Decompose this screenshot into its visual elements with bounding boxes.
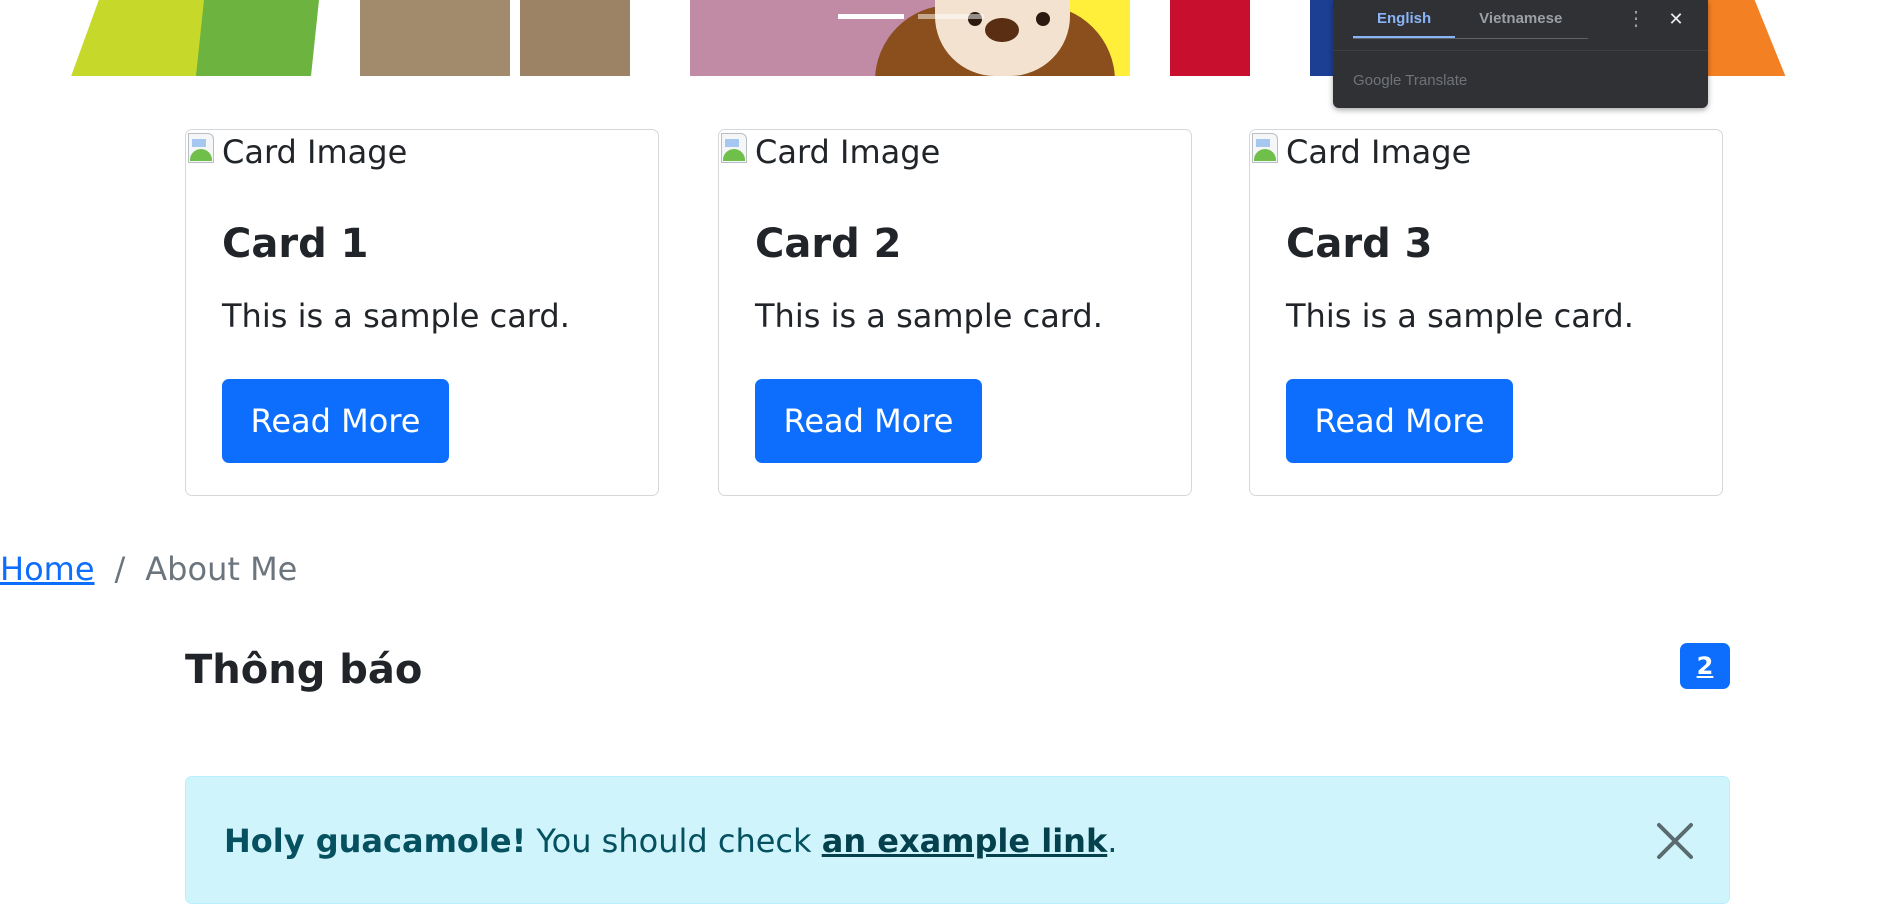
notification-count-badge[interactable]: 2 bbox=[1680, 643, 1730, 689]
banner-shape bbox=[1170, 0, 1250, 76]
alert-text: You should check bbox=[526, 822, 822, 860]
card-image-alt: Card Image bbox=[222, 133, 408, 171]
card: Card Image Card 2 This is a sample card.… bbox=[718, 129, 1192, 496]
alert-message: Holy guacamole! You should check an exam… bbox=[224, 821, 1117, 861]
card-title: Card 1 bbox=[222, 221, 369, 267]
breadcrumb-current: About Me bbox=[145, 550, 298, 588]
read-more-button[interactable]: Read More bbox=[755, 379, 982, 463]
card-image: Card Image bbox=[719, 130, 940, 174]
alert-strong: Holy guacamole! bbox=[224, 822, 527, 860]
brand-translate: Translate bbox=[1405, 72, 1468, 89]
card-text: This is a sample card. bbox=[222, 297, 570, 335]
banner-shape bbox=[520, 0, 630, 76]
read-more-button[interactable]: Read More bbox=[222, 379, 449, 463]
card-image: Card Image bbox=[1250, 130, 1471, 174]
banner-shape bbox=[360, 0, 510, 76]
dog-nose bbox=[985, 18, 1019, 42]
alert-end: . bbox=[1107, 822, 1118, 860]
read-more-button[interactable]: Read More bbox=[1286, 379, 1513, 463]
more-vert-icon[interactable]: ⋮ bbox=[1623, 6, 1649, 32]
close-icon[interactable]: ✕ bbox=[1663, 6, 1689, 32]
carousel-indicator-1[interactable] bbox=[838, 14, 904, 19]
notifications-title: Thông báo bbox=[185, 647, 423, 693]
tab-divider bbox=[1353, 38, 1588, 39]
card-image-alt: Card Image bbox=[1286, 133, 1472, 171]
translate-tab-vietnamese[interactable]: Vietnamese bbox=[1455, 0, 1586, 38]
translate-tab-english[interactable]: English bbox=[1353, 0, 1456, 38]
popup-divider bbox=[1333, 50, 1708, 51]
brand-google: Google bbox=[1353, 72, 1402, 89]
breadcrumb: Home / About Me bbox=[0, 549, 297, 589]
card: Card Image Card 3 This is a sample card.… bbox=[1249, 129, 1723, 496]
card-image-alt: Card Image bbox=[755, 133, 941, 171]
broken-image-icon bbox=[719, 131, 755, 167]
google-translate-popup: English Vietnamese ⋮ ✕ Google Translate bbox=[1333, 0, 1708, 108]
dog-eye bbox=[1036, 12, 1050, 26]
breadcrumb-home-link[interactable]: Home bbox=[0, 549, 95, 589]
carousel-indicator-2[interactable] bbox=[918, 14, 984, 19]
card-text: This is a sample card. bbox=[1286, 297, 1634, 335]
carousel-indicators bbox=[838, 14, 984, 19]
google-translate-brand: Google Translate bbox=[1353, 72, 1467, 89]
broken-image-icon bbox=[186, 131, 222, 167]
close-icon[interactable] bbox=[1654, 820, 1696, 862]
card-image: Card Image bbox=[186, 130, 407, 174]
card-title: Card 3 bbox=[1286, 221, 1433, 267]
banner-shape bbox=[196, 0, 319, 76]
info-alert: Holy guacamole! You should check an exam… bbox=[185, 776, 1730, 904]
alert-example-link[interactable]: an example link bbox=[822, 822, 1108, 860]
translate-language-tabs: English Vietnamese bbox=[1353, 0, 1586, 38]
card: Card Image Card 1 This is a sample card.… bbox=[185, 129, 659, 496]
breadcrumb-separator: / bbox=[114, 550, 126, 588]
card-text: This is a sample card. bbox=[755, 297, 1103, 335]
card-title: Card 2 bbox=[755, 221, 902, 267]
broken-image-icon bbox=[1250, 131, 1286, 167]
